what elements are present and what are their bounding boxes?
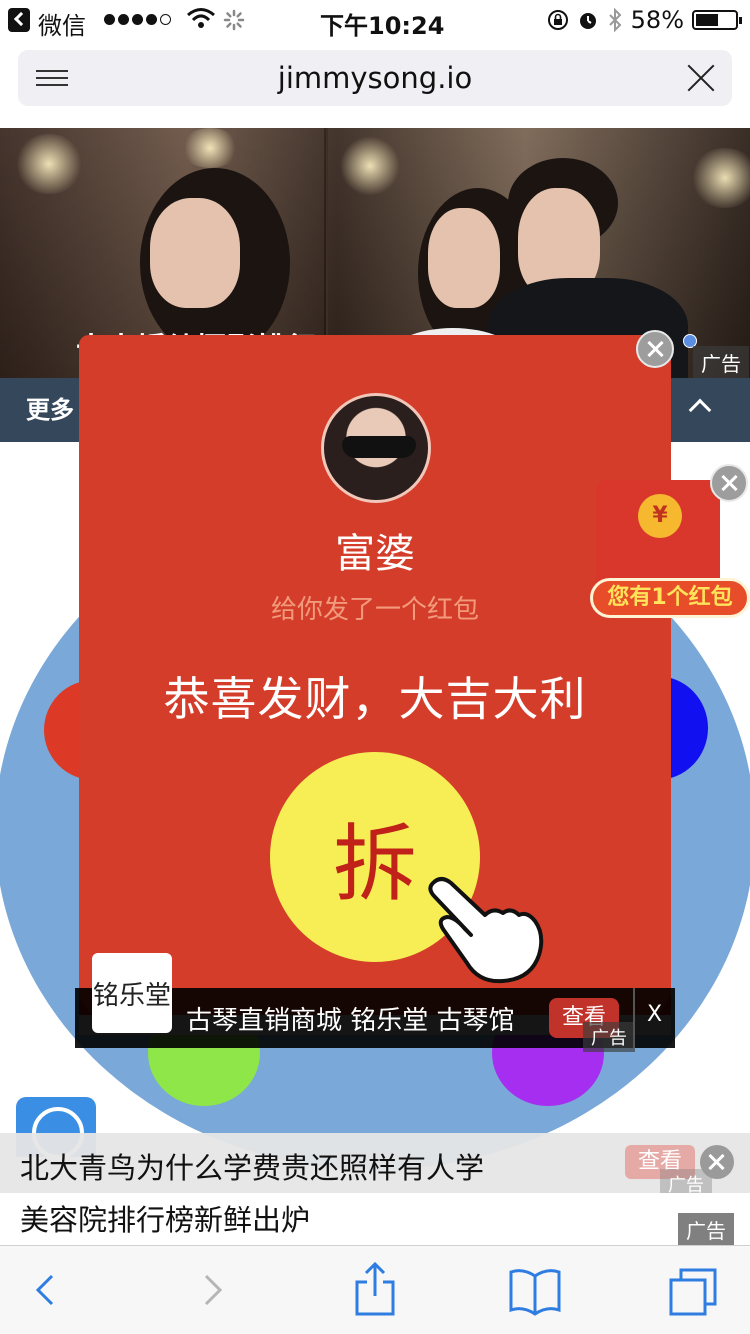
ad-row-beauty-tag: 广告 [678,1213,734,1246]
ad-row-course-text[interactable]: 北大青鸟为什么学费贵还照样有人学 [20,1145,484,1187]
ad-row-beauty-text[interactable]: 美容院排行榜新鲜出炉 [20,1197,310,1239]
rotation-lock-icon [547,10,568,30]
shop-logo: 铭乐堂 [92,953,172,1033]
back-to-app-icon[interactable] [8,8,30,32]
popup-close-button[interactable] [636,330,674,368]
tabs-icon[interactable] [665,1262,725,1318]
more-link[interactable]: 更多 [26,390,74,425]
sender-avatar [321,393,431,503]
status-bar: 微信 下午10:24 58% [0,0,750,40]
browser-toolbar [0,1245,750,1334]
floating-packet-close-button[interactable] [710,464,748,502]
packet-subtitle: 给你发了一个红包 [270,595,479,625]
chevron-up-icon[interactable] [688,398,712,422]
url-text[interactable]: jimmysong.io [18,61,732,95]
alarm-icon [579,13,596,29]
bookmarks-icon[interactable] [505,1262,565,1318]
shop-logo-text: 铭乐堂 [92,980,171,1011]
battery-percent: 58% [630,6,684,34]
ad-row-course-close-button[interactable] [700,1145,734,1179]
status-right-group: 58% [547,6,742,34]
ad-row-course[interactable]: 北大青鸟为什么学费贵还照样有人学 查看 广告 [0,1133,750,1199]
signal-icon [104,14,171,25]
loading-spinner-icon [223,9,245,37]
pointing-hand-icon [428,877,544,984]
coin-icon: ¥ [638,494,682,538]
forward-icon[interactable] [180,1262,240,1318]
address-bar[interactable]: jimmysong.io [18,50,732,106]
shop-ad-divider [633,988,635,1048]
battery-icon [692,10,742,30]
red-packet-popup: 富婆 给你发了一个红包 恭喜发财，大吉大利 拆 [79,335,671,1035]
packet-blessing: 恭喜发财，大吉大利 [163,672,587,726]
address-bar-container: jimmysong.io [0,40,750,128]
shop-ad-text[interactable]: 古琴直销商城 铭乐堂 古琴馆 [186,1000,515,1037]
wifi-icon [186,6,216,36]
clock: 下午10:24 [320,12,445,40]
red-packet-badge[interactable]: 您有1个红包 [590,578,750,618]
share-icon[interactable] [345,1261,405,1318]
sender-name: 富婆 [335,531,415,577]
close-icon[interactable] [686,62,716,92]
shop-ad-tag: 广告 [583,1022,635,1052]
bluetooth-icon [608,8,622,32]
banner-ad-tag: 广告 [693,346,749,379]
back-to-app-label[interactable]: 微信 [38,6,86,41]
shop-ad-close-button[interactable]: X [647,1002,662,1027]
back-icon[interactable] [20,1262,80,1318]
ad-row-beauty[interactable]: 美容院排行榜新鲜出炉 广告 [0,1193,750,1246]
